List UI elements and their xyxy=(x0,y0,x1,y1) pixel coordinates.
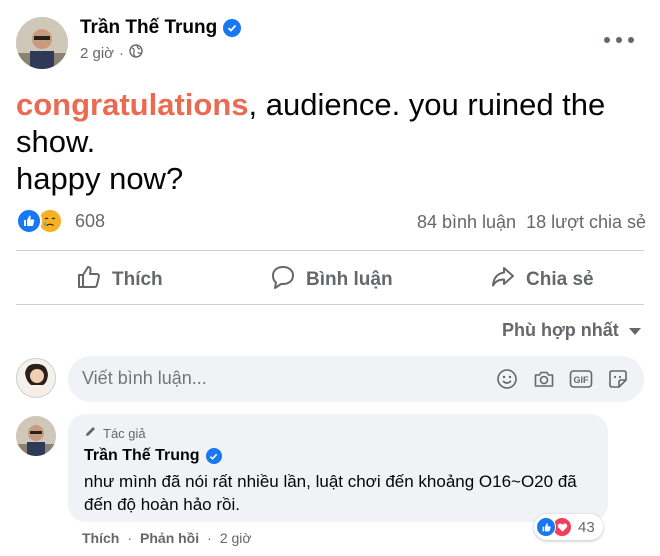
reaction-summary[interactable]: 608 xyxy=(16,208,105,234)
comment-sort-dropdown[interactable]: Phù hợp nhất xyxy=(502,320,641,341)
post-text: congratulations, audience. you ruined th… xyxy=(16,86,646,197)
globe-icon[interactable] xyxy=(129,44,143,62)
comment-actions: Thích · Phản hồi · 2 giờ xyxy=(82,530,252,546)
comment-author-name[interactable]: Trần Thế Trung xyxy=(84,447,200,465)
sort-label: Phù hợp nhất xyxy=(502,320,619,340)
comment-reaction-count: 43 xyxy=(578,518,595,536)
author-badge-label: Tác giả xyxy=(103,425,146,441)
share-count-link[interactable]: 18 lượt chia sẻ xyxy=(526,212,646,233)
verified-badge-icon xyxy=(223,19,242,37)
comment-reply-link[interactable]: Phản hồi xyxy=(140,530,199,546)
camera-icon[interactable] xyxy=(532,367,556,391)
svg-text:GIF: GIF xyxy=(574,375,590,385)
composer-tools: GIF xyxy=(495,367,630,391)
share-arrow-icon xyxy=(490,264,516,296)
post-stats: 84 bình luận 18 lượt chia sẻ xyxy=(417,212,646,233)
comment-composer[interactable]: GIF xyxy=(68,356,644,402)
emoji-icon[interactable] xyxy=(495,367,519,391)
post-text-line2: happy now? xyxy=(16,161,184,196)
divider xyxy=(16,304,644,305)
comment-label: Bình luận xyxy=(306,269,393,290)
like-icon xyxy=(536,517,556,537)
comment-bubble: Tác giả Trần Thế Trung như mình đã nói r… xyxy=(68,414,608,522)
more-options-button[interactable] xyxy=(604,28,634,52)
comment-reactions[interactable]: 43 xyxy=(534,514,603,540)
dot xyxy=(616,37,622,43)
post-text-highlight[interactable]: congratulations xyxy=(16,87,249,122)
dot xyxy=(628,37,634,43)
comment-text: như mình đã nói rất nhiều lần, luật chơi… xyxy=(84,472,577,514)
sticker-icon[interactable] xyxy=(606,367,630,391)
comment-author[interactable]: Trần Thế Trung xyxy=(84,447,222,465)
current-user-avatar[interactable] xyxy=(16,358,56,398)
thumbs-up-icon xyxy=(76,264,102,296)
dot xyxy=(604,37,610,43)
post-time[interactable]: 2 giờ xyxy=(80,45,114,62)
divider xyxy=(16,250,644,251)
author-badge: Tác giả xyxy=(84,425,146,441)
like-button[interactable]: Thích xyxy=(76,264,163,296)
share-button[interactable]: Chia sẻ xyxy=(490,264,594,296)
comment-input[interactable] xyxy=(82,368,462,389)
caret-down-icon xyxy=(628,328,641,335)
comment-count-link[interactable]: 84 bình luận xyxy=(417,212,516,233)
author-avatar[interactable] xyxy=(16,17,68,69)
reaction-count: 608 xyxy=(75,210,106,231)
gif-icon[interactable]: GIF xyxy=(569,367,593,391)
verified-badge-icon xyxy=(205,448,222,464)
comment-like-link[interactable]: Thích xyxy=(82,530,119,546)
like-icon xyxy=(16,208,42,234)
comment-author-avatar[interactable] xyxy=(16,416,56,456)
comment-button[interactable]: Bình luận xyxy=(270,264,393,296)
speech-bubble-icon xyxy=(270,264,296,296)
pencil-icon xyxy=(84,425,97,441)
post-meta: 2 giờ · xyxy=(80,44,143,62)
like-label: Thích xyxy=(112,269,163,290)
share-label: Chia sẻ xyxy=(526,269,594,290)
post-author[interactable]: Trần Thế Trung xyxy=(80,17,242,39)
comment-time[interactable]: 2 giờ xyxy=(220,530,252,546)
post-author-name[interactable]: Trần Thế Trung xyxy=(80,17,217,39)
